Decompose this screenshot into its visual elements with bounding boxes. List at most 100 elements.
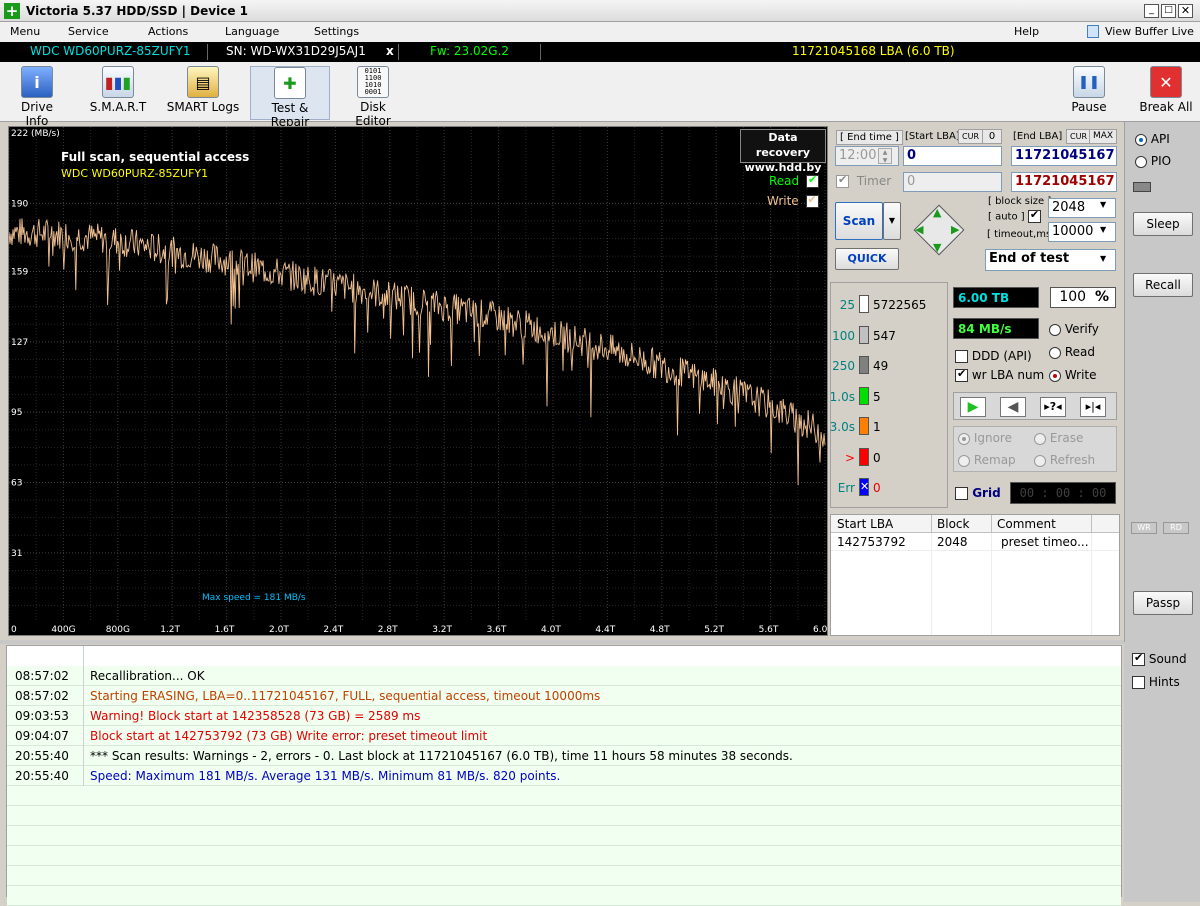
read-checkbox[interactable] (805, 173, 819, 188)
erase-option[interactable]: Erase (1034, 431, 1083, 445)
break-all-button[interactable]: ✕ Break All (1138, 66, 1194, 120)
smart-logs-button[interactable]: ▤ SMART Logs (166, 66, 240, 120)
view-buffer-live[interactable]: View Buffer Live (1105, 25, 1194, 38)
grid-option[interactable]: Grid (955, 486, 1001, 500)
timer-option[interactable]: Timer (836, 173, 891, 188)
log-row: 09:04:07 Block start at 142753792 (73 GB)… (7, 726, 1121, 746)
pio-radio[interactable] (1135, 155, 1147, 168)
refresh-option[interactable]: Refresh (1034, 453, 1095, 467)
y-tick-label: 159 (11, 267, 28, 277)
header-block[interactable]: Block (937, 517, 969, 531)
log-row (7, 786, 1121, 806)
write-checkbox[interactable] (805, 193, 819, 208)
verify-option[interactable]: Verify (1049, 322, 1099, 336)
end-action-select[interactable]: End of test (985, 249, 1116, 271)
grid-checkbox[interactable] (955, 487, 968, 500)
max-speed-label: Max speed = 181 MB/s (202, 593, 306, 603)
minimize-button[interactable]: _ (1144, 4, 1159, 18)
sleep-button[interactable]: Sleep (1133, 212, 1193, 236)
menu-item-settings[interactable]: Settings (314, 25, 359, 38)
maximize-button[interactable]: □ (1161, 4, 1176, 18)
write-option[interactable]: Write (1049, 368, 1097, 382)
recall-button[interactable]: Recall (1133, 273, 1193, 297)
wr-lba-checkbox[interactable] (955, 367, 968, 382)
x-tick-label: 2.8T (378, 625, 398, 635)
scan-button[interactable]: Scan (835, 202, 883, 240)
api-radio[interactable] (1135, 133, 1147, 146)
header-comment[interactable]: Comment (997, 517, 1056, 531)
menu-item-language[interactable]: Language (225, 25, 279, 38)
arrow-right-icon[interactable]: ▶ (951, 223, 959, 236)
scan-dropdown-button[interactable]: ▼ (883, 202, 901, 240)
direction-pad[interactable]: ▲ ▼ ◀ ▶ (909, 200, 969, 260)
end-action-dropdown-icon[interactable]: ▼ (1100, 254, 1106, 263)
menu-item-menu[interactable]: Menu (10, 25, 40, 38)
header-start-lba[interactable]: Start LBA (837, 517, 893, 531)
histogram-count: 49 (873, 359, 889, 373)
end-max-button[interactable]: MAX (1089, 129, 1118, 144)
start-zero-button[interactable]: 0 (982, 129, 1002, 144)
ddd-checkbox[interactable] (955, 350, 968, 363)
device-model[interactable]: WDC WD60PURZ-85ZUFY1 (30, 44, 191, 58)
arrow-left-icon[interactable]: ◀ (915, 223, 923, 236)
end-icon[interactable]: ▸|◂ (1080, 397, 1106, 417)
event-log[interactable]: 08:57:02 Recallibration... OK 08:57:02 Star… (6, 645, 1122, 906)
passp-button[interactable]: Passp (1133, 591, 1193, 615)
ddd-option[interactable]: DDD (API) (955, 349, 1032, 363)
sound-option[interactable]: Sound (1132, 651, 1187, 666)
menu-item-actions[interactable]: Actions (148, 25, 188, 38)
histogram-label: 1.0s (829, 389, 855, 404)
api-option[interactable]: API (1135, 132, 1170, 146)
legend-read[interactable]: Read (769, 173, 819, 188)
test-repair-button[interactable]: ✚ Test & Repair (250, 66, 330, 129)
end-lba-field-2[interactable]: 11721045167 (1011, 172, 1117, 192)
legend-write[interactable]: Write (767, 193, 819, 208)
smart-button[interactable]: ▮ ▮ ▮ S.M.A.R.T (86, 66, 150, 120)
table-row[interactable]: 142753792 2048 preset timeo... (831, 533, 1119, 551)
disk-editor-button[interactable]: 0101 1100 1010 0001 Disk Editor (342, 66, 404, 128)
ignore-radio[interactable] (958, 432, 970, 445)
remap-option[interactable]: Remap (958, 453, 1016, 467)
remap-radio[interactable] (958, 454, 970, 467)
quick-button[interactable]: QUICK (835, 248, 899, 270)
refresh-radio[interactable] (1034, 454, 1046, 467)
arrow-up-icon[interactable]: ▲ (933, 206, 941, 219)
auto-checkbox[interactable] (1027, 208, 1041, 223)
verify-radio[interactable] (1049, 323, 1061, 336)
hints-option[interactable]: Hints (1132, 675, 1180, 689)
back-icon[interactable]: ◀ (1000, 397, 1026, 417)
pio-option[interactable]: PIO (1135, 154, 1171, 168)
drive-info-button[interactable]: i Drive Info (8, 66, 66, 128)
pause-button[interactable]: ❚❚ Pause (1066, 66, 1112, 120)
block-size-dropdown-icon[interactable]: ▼ (1100, 200, 1106, 209)
info-icon: i (21, 66, 53, 98)
timer-checkbox[interactable] (836, 173, 849, 188)
sound-checkbox[interactable] (1132, 651, 1145, 666)
arrow-down-icon[interactable]: ▼ (933, 241, 941, 254)
ignore-option[interactable]: Ignore (958, 431, 1012, 445)
end-lba-field[interactable]: 11721045167 (1011, 146, 1117, 166)
histogram-label: 250 (832, 359, 855, 373)
read-option[interactable]: Read (1049, 345, 1095, 359)
close-device-button[interactable]: x (386, 44, 394, 58)
log-row (7, 846, 1121, 866)
repair-mode-group: Ignore Erase Remap Refresh (953, 426, 1117, 472)
read-radio[interactable] (1049, 346, 1061, 359)
end-cur-button[interactable]: CUR (1066, 129, 1091, 144)
histogram-count: 5 (873, 389, 881, 404)
write-radio[interactable] (1049, 369, 1061, 382)
timeout-dropdown-icon[interactable]: ▼ (1100, 225, 1106, 234)
start-lba-field[interactable]: 0 (903, 146, 1002, 166)
menu-item-help[interactable]: Help (1014, 25, 1039, 38)
wr-lba-option[interactable]: wr LBA num (955, 367, 1044, 382)
step-icon[interactable]: ▸?◂ (1040, 397, 1066, 417)
erase-radio[interactable] (1034, 432, 1046, 445)
timer-field[interactable]: 0 (903, 172, 1002, 192)
close-window-button[interactable]: ✕ (1178, 4, 1193, 18)
hints-checkbox[interactable] (1132, 676, 1145, 689)
start-cur-button[interactable]: CUR (958, 129, 983, 144)
play-icon[interactable]: ▶ (960, 397, 986, 417)
y-tick-label: 31 (11, 549, 22, 559)
end-time-spinner[interactable]: ▲ ▼ (878, 148, 892, 164)
menu-item-service[interactable]: Service (68, 25, 109, 38)
